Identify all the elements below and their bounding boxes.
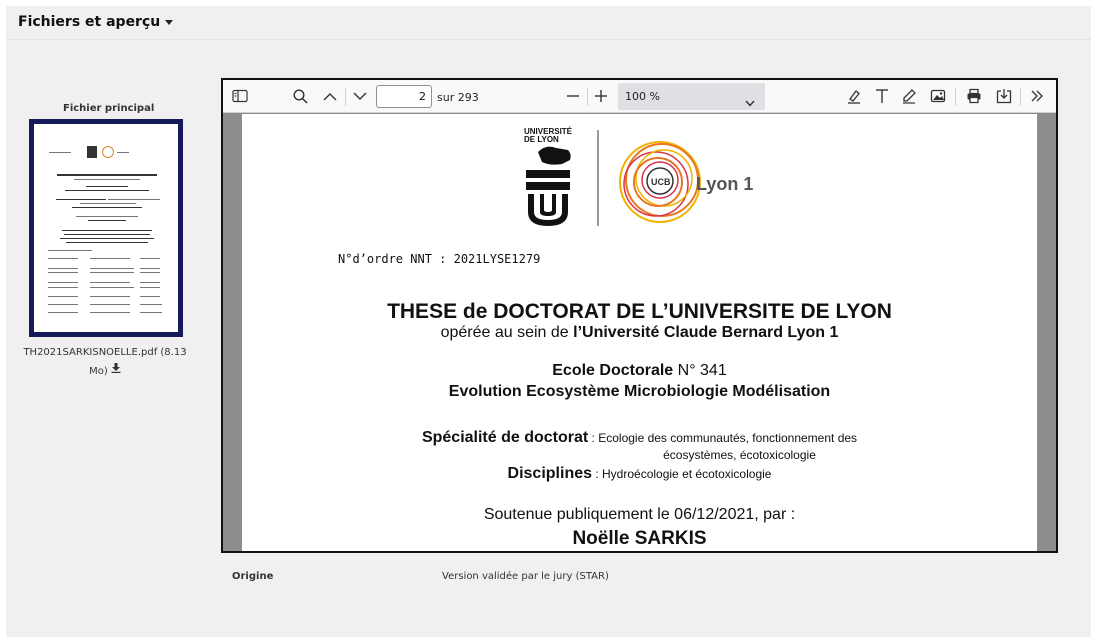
chevron-down-icon [745,92,755,111]
search-icon[interactable] [289,85,311,107]
disciplines: Disciplines : Hydroécologie et écotoxico… [507,465,772,482]
plus-icon[interactable] [590,85,612,107]
pdf-page: UNIVERSITÉ DE LYON UCB Lyon 1 N°d’ordre … [242,114,1037,551]
svg-text:DE LYON: DE LYON [524,135,559,144]
save-icon[interactable] [993,85,1015,107]
pdf-viewer: sur 293 100 % [221,78,1058,553]
doctoral-school: Ecole Doctorale N° 341 [552,362,727,379]
files-panel: Fichiers et aperçu Fichier principal TH2… [6,6,1091,637]
nnt-number: N°d’ordre NNT : 2021LYSE1279 [338,252,541,266]
text-icon[interactable] [871,85,893,107]
file-link[interactable]: TH2021SARKISNOELLE.pdf (8.13 Mo) [20,344,190,381]
sidebar-toggle-icon[interactable] [229,85,251,107]
pdf-scroll-area[interactable]: UNIVERSITÉ DE LYON UCB Lyon 1 N°d’ordre … [223,114,1056,551]
chevron-up-icon[interactable] [319,85,341,107]
print-icon[interactable] [963,85,985,107]
main-file-label: Fichier principal [63,103,155,114]
svg-text:Lyon 1: Lyon 1 [696,174,753,194]
university-logo: UNIVERSITÉ DE LYON UCB Lyon 1 [524,127,753,226]
page-number-input[interactable] [376,85,432,108]
page-total: sur 293 [437,91,479,104]
thesis-title: THESE de DOCTORAT DE L’UNIVERSITE DE LYO… [387,300,892,323]
author-name: Noëlle SARKIS [572,528,707,549]
specialty: Spécialité de doctorat : Ecologie des co… [421,429,858,446]
svg-text:UCB: UCB [651,177,671,187]
download-icon[interactable] [111,362,121,380]
defense-date: Soutenue publiquement le 06/12/2021, par… [483,506,796,523]
file-thumbnail[interactable] [29,119,183,337]
minus-icon[interactable] [562,85,584,107]
doctoral-school-name: Evolution Ecosystème Microbiologie Modél… [448,383,831,400]
zoom-select[interactable]: 100 % [618,83,765,110]
pdf-toolbar: sur 293 100 % [223,80,1056,113]
specialty-continued: écosystèmes, écotoxicologie [663,448,816,462]
panel-title[interactable]: Fichiers et aperçu [18,14,174,30]
panel-title-label: Fichiers et aperçu [18,14,161,30]
highlight-icon[interactable] [843,85,865,107]
origin-label: Origine [232,571,274,582]
image-icon[interactable] [927,85,949,107]
panel-header[interactable]: Fichiers et aperçu [6,6,1091,40]
caret-down-icon [165,19,174,25]
zoom-value: 100 % [625,90,660,103]
origin-value: Version validée par le jury (STAR) [442,571,609,582]
draw-icon[interactable] [898,85,920,107]
double-chevron-right-icon[interactable] [1026,85,1048,107]
file-size-text: Mo) [89,366,108,377]
file-name-text: TH2021SARKISNOELLE.pdf (8.13 [23,347,187,358]
chevron-down-icon[interactable] [349,85,371,107]
thesis-subtitle: opérée au sein de l’Université Claude Be… [440,324,839,341]
